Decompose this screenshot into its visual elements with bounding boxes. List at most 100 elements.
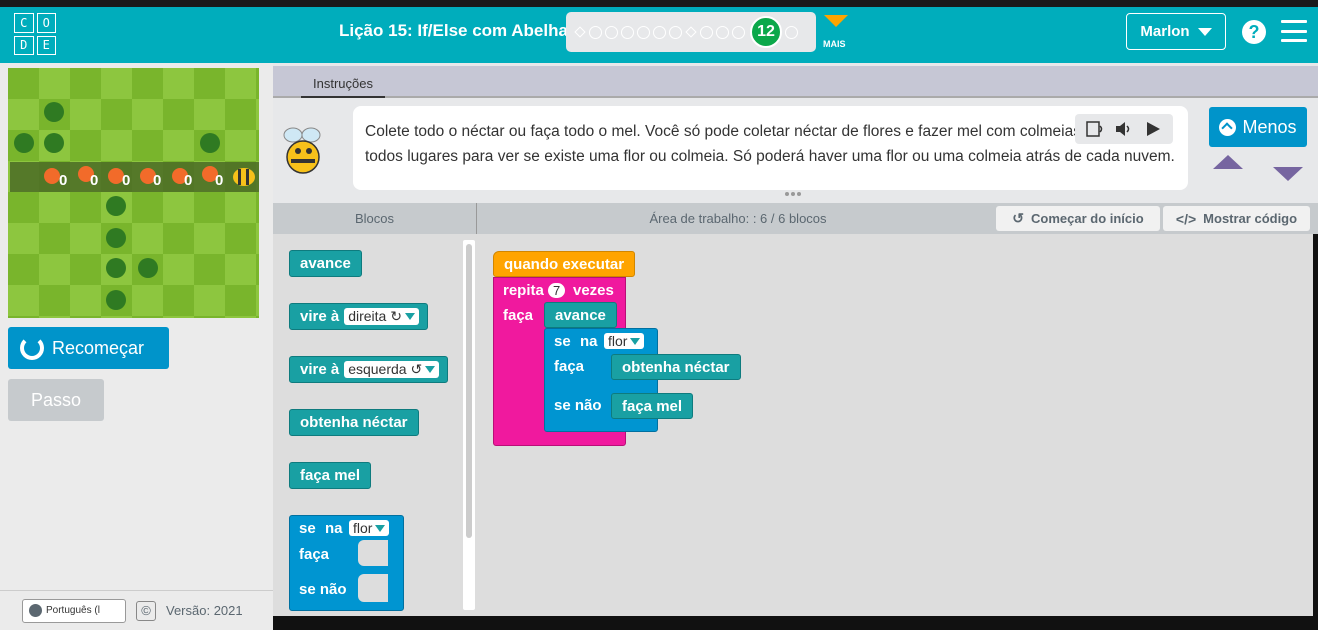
block-label: se bbox=[299, 520, 316, 537]
dropdown-value: flor bbox=[353, 520, 373, 536]
block-label: faça bbox=[554, 358, 585, 375]
block-label: na bbox=[580, 333, 598, 350]
more-label[interactable]: MAIS bbox=[823, 39, 846, 49]
globe-icon bbox=[29, 604, 42, 617]
toolbox-block-get-nectar[interactable]: obtenha néctar bbox=[289, 409, 419, 436]
progress-level[interactable] bbox=[700, 25, 713, 39]
resize-grip-icon[interactable] bbox=[785, 192, 803, 198]
tab-instructions[interactable]: Instruções bbox=[301, 70, 385, 98]
block-label: vire à bbox=[300, 361, 340, 378]
direction-dropdown[interactable]: esquerda ↺ bbox=[344, 361, 440, 378]
block-label: obtenha néctar bbox=[300, 414, 408, 431]
scroll-down-icon[interactable] bbox=[1273, 167, 1303, 181]
block-label: vezes bbox=[573, 282, 614, 299]
make-honey-block[interactable]: faça mel bbox=[611, 393, 694, 419]
progress-level[interactable] bbox=[732, 25, 745, 39]
progress-level[interactable] bbox=[685, 26, 697, 38]
code-logo[interactable]: C O D E bbox=[14, 13, 56, 55]
start-over-label: Começar do início bbox=[1031, 211, 1144, 226]
scrollbar-thumb[interactable] bbox=[466, 244, 472, 538]
show-code-button[interactable]: </> Mostrar código bbox=[1163, 206, 1310, 231]
block-label: faça mel bbox=[622, 397, 683, 415]
code-icon: </> bbox=[1175, 210, 1197, 227]
nectar-count: 0 bbox=[90, 172, 99, 189]
nectar-count: 0 bbox=[59, 172, 68, 189]
bee-avatar bbox=[283, 127, 321, 174]
toolbox-scrollbar[interactable] bbox=[463, 240, 475, 610]
workspace[interactable]: quando executar repita 7 vezes faça avan… bbox=[483, 234, 1313, 616]
progress-level[interactable] bbox=[716, 25, 729, 39]
language-select[interactable]: Português (l bbox=[22, 598, 126, 623]
chevron-up-icon bbox=[1219, 118, 1237, 136]
lesson-title[interactable]: Lição 15: If/Else com Abelha bbox=[339, 21, 568, 41]
help-icon[interactable]: ? bbox=[1242, 20, 1266, 44]
block-label: faça bbox=[503, 307, 534, 324]
maze-grid bbox=[8, 68, 259, 318]
step-button[interactable]: Passo bbox=[8, 379, 104, 421]
condition-dropdown[interactable]: flor bbox=[349, 520, 390, 536]
instructions-text-bubble: Colete todo o néctar ou faça todo o mel.… bbox=[353, 106, 1188, 190]
blockly-editor: avance vire à direita ↻ vire à esquerda … bbox=[273, 234, 1313, 616]
nectar-count: 0 bbox=[184, 172, 193, 189]
less-button[interactable]: Menos bbox=[1209, 107, 1307, 147]
when-run-block[interactable]: quando executar bbox=[493, 251, 636, 277]
reset-button[interactable]: Recomeçar bbox=[8, 327, 169, 369]
progress-current-level[interactable]: 12 bbox=[750, 16, 782, 48]
block-label: vire à bbox=[300, 308, 340, 325]
nectar-count: 0 bbox=[215, 172, 224, 189]
block-label: na bbox=[325, 520, 343, 537]
toolbox-block-if-else[interactable]: se na flor faça se não bbox=[289, 515, 404, 611]
progress-level[interactable] bbox=[574, 26, 586, 38]
progress-level[interactable] bbox=[605, 25, 618, 39]
block-label: quando executar bbox=[504, 255, 625, 273]
progress-level[interactable] bbox=[621, 25, 634, 39]
toolbox-block-turn-left[interactable]: vire à esquerda ↺ bbox=[289, 356, 449, 383]
play-icon[interactable] bbox=[1144, 121, 1162, 137]
instructions-tabbar: Instruções bbox=[273, 66, 1318, 98]
repeat-count-field[interactable]: 7 bbox=[548, 283, 566, 298]
toolbox-block-turn-right[interactable]: vire à direita ↻ bbox=[289, 303, 428, 330]
direction-dropdown[interactable]: direita ↻ bbox=[344, 308, 419, 325]
text-to-speech-icon[interactable] bbox=[1086, 121, 1104, 137]
move-forward-block[interactable]: avance bbox=[544, 302, 617, 328]
user-menu-button[interactable]: Marlon bbox=[1126, 13, 1226, 50]
instructions-panel: Instruções Colete todo o néctar ou faça … bbox=[273, 63, 1318, 203]
toolbox: avance vire à direita ↻ vire à esquerda … bbox=[273, 234, 477, 616]
version-text: Versão: 2021 bbox=[166, 603, 243, 618]
speaker-icon[interactable] bbox=[1115, 121, 1133, 137]
less-label: Menos bbox=[1242, 116, 1297, 137]
nectar-count: 0 bbox=[122, 172, 131, 189]
toolbox-block-move-forward[interactable]: avance bbox=[289, 250, 362, 277]
code-header: Blocos Área de trabalho: : 6 / 6 blocos … bbox=[273, 203, 1318, 234]
progress-level[interactable] bbox=[669, 25, 682, 39]
language-value: Português (l bbox=[46, 605, 100, 616]
start-over-button[interactable]: ↺ Começar do início bbox=[996, 206, 1160, 231]
dropdown-value: direita ↻ bbox=[348, 308, 402, 324]
progress-level[interactable] bbox=[589, 25, 602, 39]
condition-dropdown[interactable]: flor bbox=[604, 333, 645, 349]
progress-level[interactable] bbox=[637, 25, 650, 39]
get-nectar-block[interactable]: obtenha néctar bbox=[611, 354, 741, 380]
hamburger-menu-icon[interactable] bbox=[1281, 20, 1307, 42]
block-label: se não bbox=[299, 581, 347, 598]
logo-letter: C bbox=[14, 13, 34, 33]
user-name: Marlon bbox=[1140, 23, 1190, 40]
logo-letter: E bbox=[36, 35, 56, 55]
instructions-text: Colete todo o néctar ou faça todo o mel.… bbox=[365, 123, 1175, 165]
toolbox-title: Blocos bbox=[273, 203, 477, 234]
dropdown-caret-icon bbox=[630, 337, 641, 345]
toolbox-block-make-honey[interactable]: faça mel bbox=[289, 462, 372, 489]
block-label: se não bbox=[554, 397, 602, 414]
top-header: C O D E Lição 15: If/Else com Abelha 12 … bbox=[0, 0, 1318, 63]
dropdown-value: flor bbox=[608, 333, 628, 349]
progress-level[interactable] bbox=[785, 25, 798, 39]
more-caret-icon[interactable] bbox=[824, 15, 848, 27]
copyright-icon[interactable]: © bbox=[136, 600, 156, 621]
scroll-up-icon[interactable] bbox=[1213, 155, 1243, 169]
statement-slot bbox=[358, 540, 388, 566]
progress-level[interactable] bbox=[653, 25, 666, 39]
logo-letter: O bbox=[36, 13, 56, 33]
block-label: se bbox=[554, 333, 571, 350]
nectar-count: 0 bbox=[153, 172, 162, 189]
block-label: avance bbox=[300, 255, 351, 272]
